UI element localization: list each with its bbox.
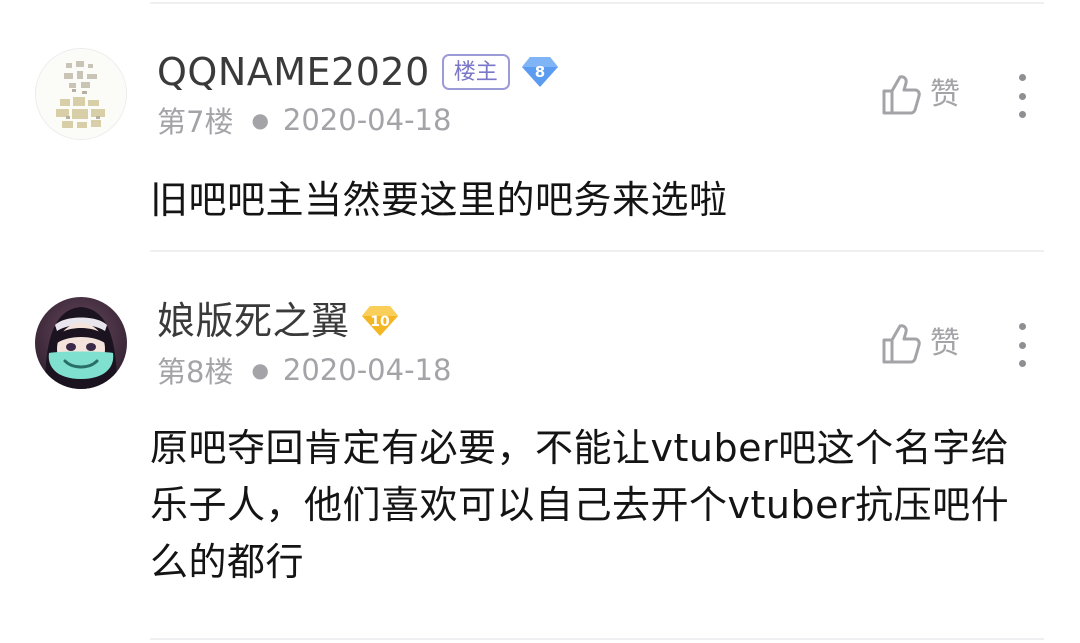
thumbs-up-icon	[882, 75, 921, 115]
level-badge: 8	[520, 54, 560, 90]
post-divider	[150, 250, 1044, 252]
like-button[interactable]: 赞	[880, 321, 960, 367]
name-row: 娘版死之翼 10	[157, 296, 400, 346]
avatar-image	[35, 297, 127, 389]
owner-badge: 楼主	[441, 54, 510, 90]
meta-row: 第8楼 ● 2020-04-18	[157, 350, 451, 390]
like-label: 赞	[930, 326, 960, 361]
avatar-image	[36, 49, 126, 139]
level-number: 8	[535, 63, 545, 81]
level-number: 10	[370, 314, 390, 330]
more-options-button[interactable]	[1010, 323, 1034, 367]
avatar[interactable]	[35, 48, 127, 140]
post-date: 2020-04-18	[282, 103, 452, 137]
floor-number: 第7楼	[157, 105, 234, 139]
more-vertical-icon	[1018, 74, 1026, 81]
username[interactable]: QQNAME2020	[157, 47, 430, 97]
bottom-divider	[150, 638, 1044, 640]
more-options-button[interactable]	[1010, 74, 1034, 118]
like-button[interactable]: 赞	[880, 72, 960, 118]
post-date: 2020-04-18	[282, 353, 452, 387]
separator-dot: ●	[251, 358, 269, 382]
top-divider	[150, 2, 1044, 4]
level-badge: 10	[360, 303, 400, 339]
more-vertical-icon	[1018, 323, 1026, 330]
level-diamond-icon: 8	[521, 57, 558, 87]
meta-row: 第7楼 ● 2020-04-18	[157, 100, 451, 140]
username[interactable]: 娘版死之翼	[157, 296, 350, 346]
floor-number: 第8楼	[157, 355, 234, 389]
avatar[interactable]	[35, 297, 127, 389]
name-row: QQNAME2020 楼主 8	[157, 47, 560, 97]
post-content: 旧吧吧主当然要这里的吧务来选啦	[150, 178, 728, 222]
separator-dot: ●	[251, 108, 269, 132]
level-diamond-icon: 10	[361, 306, 398, 336]
post-content: 原吧夺回肯定有必要，不能让vtuber吧这个名字给乐子人，他们喜欢可以自己去开个…	[150, 426, 1010, 584]
thumbs-up-icon	[882, 324, 921, 364]
like-label: 赞	[930, 77, 960, 112]
